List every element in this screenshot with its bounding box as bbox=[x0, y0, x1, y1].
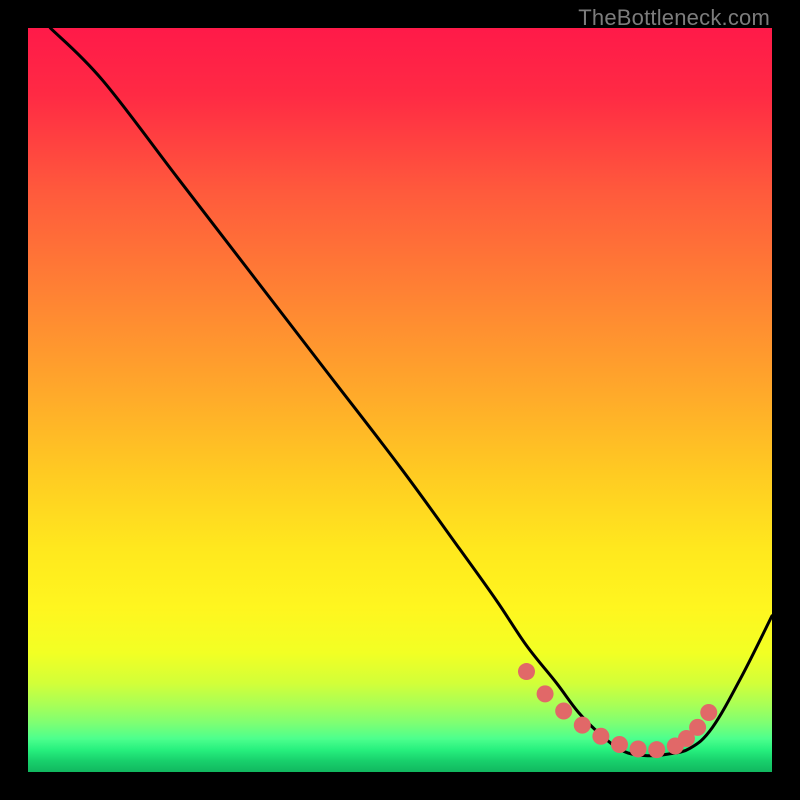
plot-area bbox=[28, 28, 772, 772]
optimal-dot bbox=[574, 717, 591, 734]
optimal-dot bbox=[648, 741, 665, 758]
chart-svg bbox=[28, 28, 772, 772]
optimal-dot bbox=[537, 685, 554, 702]
optimal-dot bbox=[700, 704, 717, 721]
optimal-dot bbox=[555, 702, 572, 719]
chart-frame: TheBottleneck.com bbox=[0, 0, 800, 800]
optimal-dot bbox=[611, 736, 628, 753]
watermark-text: TheBottleneck.com bbox=[578, 5, 770, 31]
bottleneck-curve bbox=[50, 28, 772, 756]
optimal-dot bbox=[689, 719, 706, 736]
optimal-zone-dots bbox=[518, 663, 717, 758]
optimal-dot bbox=[518, 663, 535, 680]
optimal-dot bbox=[630, 740, 647, 757]
optimal-dot bbox=[592, 728, 609, 745]
